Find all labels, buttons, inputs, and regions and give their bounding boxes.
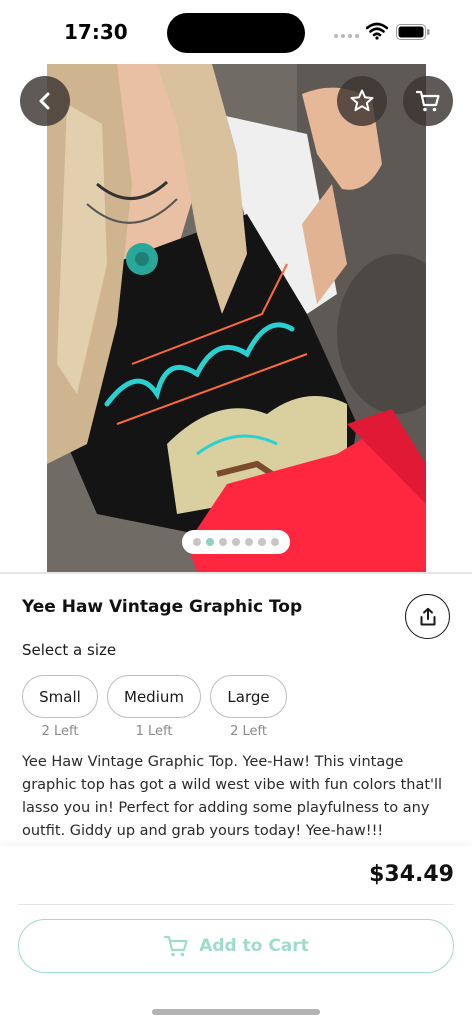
status-time: 17:30 [64, 20, 128, 44]
star-icon [350, 89, 374, 112]
product-title: Yee Haw Vintage Graphic Top [22, 597, 303, 617]
image-pager[interactable] [182, 530, 290, 554]
pager-dot[interactable] [245, 538, 253, 546]
divider [18, 904, 454, 905]
pager-dot[interactable] [232, 538, 240, 546]
chevron-left-icon [39, 92, 50, 110]
size-stock-medium: 1 Left [135, 724, 173, 739]
product-description: Yee Haw Vintage Graphic Top. Yee-Haw! Th… [22, 754, 443, 839]
status-bar: 17:30 [0, 0, 472, 64]
cart-icon [415, 90, 440, 112]
size-stock-large: 2 Left [230, 724, 267, 739]
add-to-cart-button[interactable]: Add to Cart [18, 919, 454, 973]
pager-dot[interactable] [219, 538, 227, 546]
dynamic-island [167, 13, 305, 53]
cellular-signal-icon [334, 34, 359, 38]
divider [0, 572, 472, 574]
pager-dot[interactable] [193, 538, 201, 546]
battery-icon [396, 24, 430, 40]
size-option-medium[interactable]: Medium [107, 675, 201, 718]
size-option-large[interactable]: Large [210, 675, 287, 718]
share-button[interactable] [405, 594, 450, 639]
cart-icon [164, 935, 188, 957]
share-icon [420, 607, 435, 625]
home-indicator[interactable] [152, 1009, 320, 1015]
back-button[interactable] [20, 76, 70, 126]
pager-dot[interactable] [271, 538, 279, 546]
product-price: $34.49 [369, 862, 454, 887]
cart-button[interactable] [403, 76, 453, 126]
size-prompt: Select a size [22, 641, 117, 659]
product-photo-illustration [47, 64, 426, 572]
pager-dot-active[interactable] [206, 538, 214, 546]
add-to-cart-label: Add to Cart [199, 936, 309, 956]
size-option-small[interactable]: Small [22, 675, 98, 718]
favorite-button[interactable] [337, 76, 387, 126]
product-image[interactable] [47, 64, 426, 572]
pager-dot[interactable] [258, 538, 266, 546]
wifi-icon [366, 22, 388, 40]
size-stock-small: 2 Left [41, 724, 79, 739]
